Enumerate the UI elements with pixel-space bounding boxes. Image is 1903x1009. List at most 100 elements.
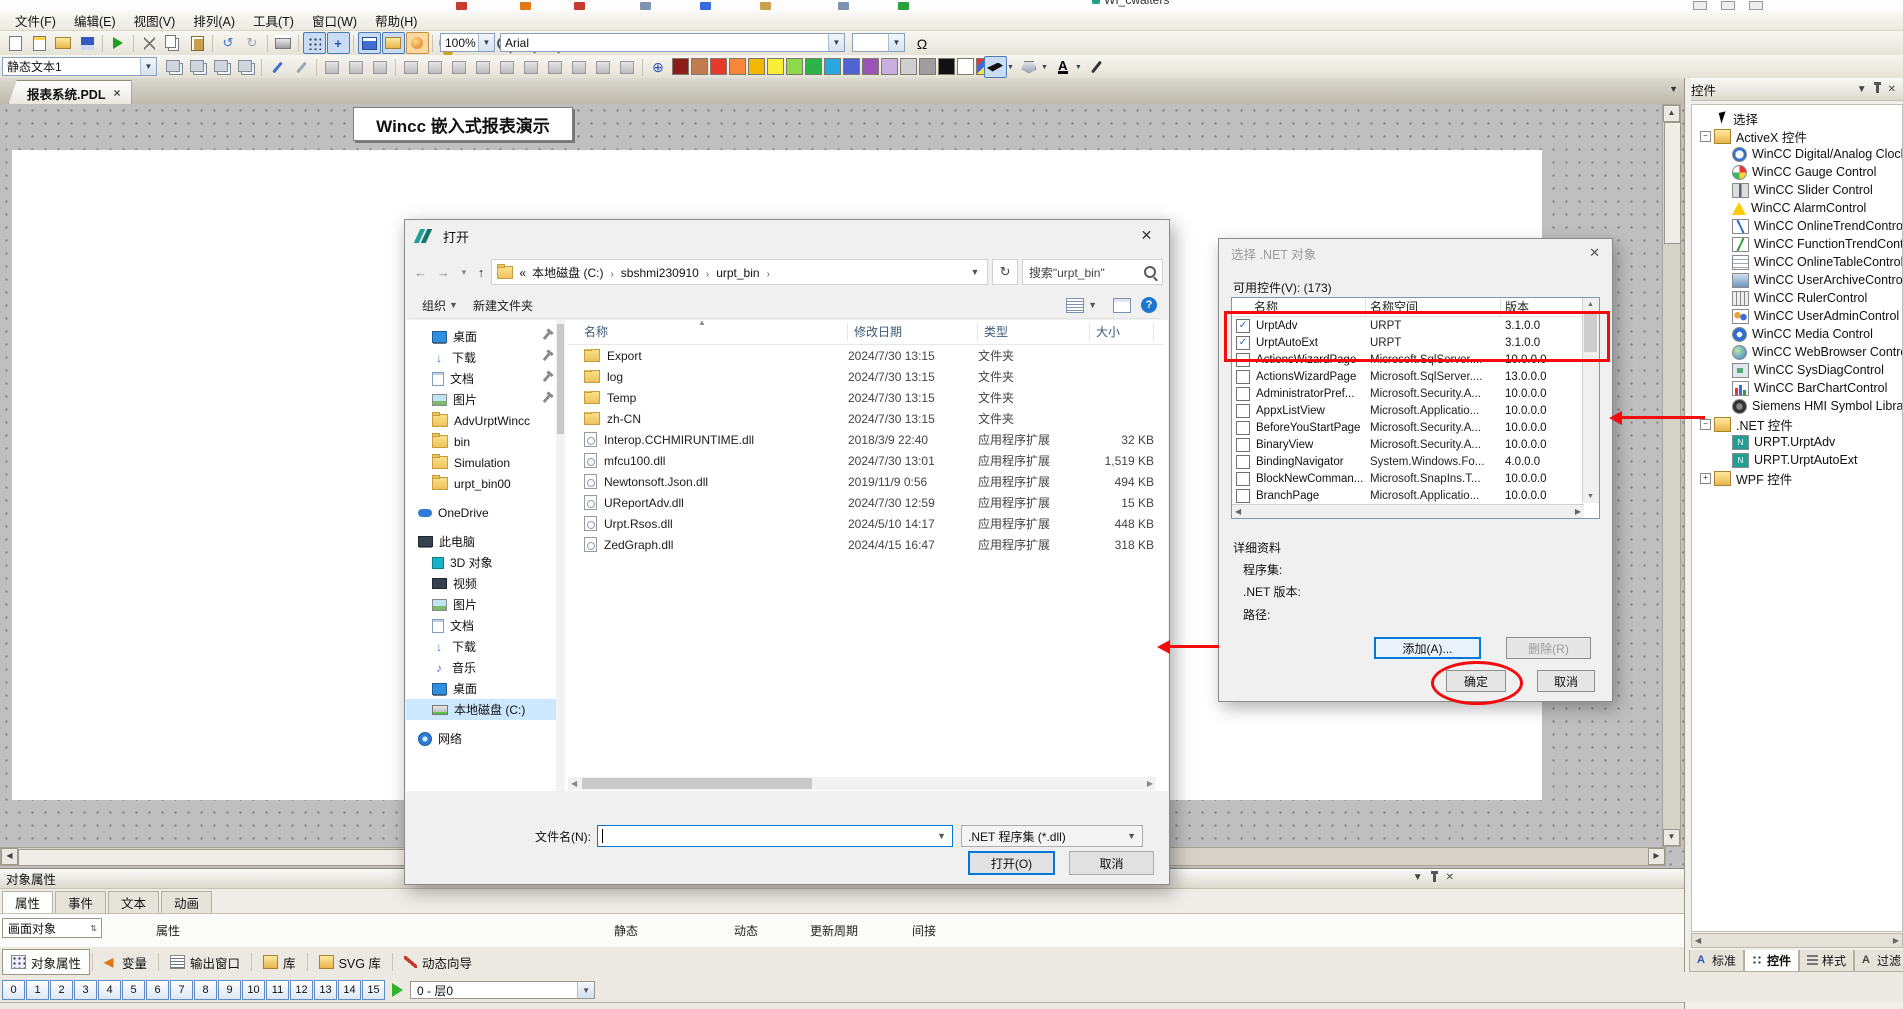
send-backward-icon[interactable] (235, 56, 258, 78)
menu-item-4[interactable]: 工具(T) (244, 9, 303, 32)
checkbox-icon[interactable] (1236, 472, 1250, 486)
align-top-icon[interactable] (448, 56, 471, 78)
chevron-down-icon[interactable]: ▼ (937, 831, 952, 841)
nav-item-10[interactable]: 3D 对象 (406, 552, 556, 573)
tree-item-wincc-sysdiagcontrol[interactable]: WinCC SysDiagControl (1732, 361, 1902, 379)
close-icon[interactable]: ✕ (1888, 84, 1896, 95)
breadcrumb[interactable]: «本地磁盘 (C:)›sbshmi230910›urpt_bin› ▼ (491, 259, 988, 285)
menu-item-5[interactable]: 窗口(W) (303, 9, 366, 32)
nav-item-13[interactable]: 文档 (406, 615, 556, 636)
file-row[interactable]: ZedGraph.dll2024/4/15 16:47应用程序扩展318 KB (568, 534, 1164, 555)
dialog-title-bar[interactable]: 选择 .NET 对象 (1219, 239, 1612, 267)
nav-item-9[interactable]: 此电脑 (406, 531, 556, 552)
switcher-1[interactable]: ◀变量 (95, 949, 156, 975)
layer-button-1[interactable]: 1 (26, 980, 49, 1000)
file-row[interactable]: Export2024/7/30 13:15文件夹 (568, 345, 1164, 366)
chevron-down-icon[interactable]: ▼ (1007, 64, 1014, 71)
layer-button-2[interactable]: 2 (50, 980, 73, 1000)
file-type-combo[interactable]: .NET 程序集 (*.dll) ▼ (961, 825, 1143, 847)
cut-icon[interactable] (138, 32, 161, 54)
tree-item-wincc-barchartcontrol[interactable]: WinCC BarChartControl (1732, 379, 1902, 397)
scroll-left-icon[interactable]: ◀ (1695, 936, 1701, 945)
layer-button-10[interactable]: 10 (242, 980, 265, 1000)
scroll-down-icon[interactable]: ▼ (1663, 829, 1680, 846)
layer-button-11[interactable]: 11 (266, 980, 289, 1000)
layer-button-12[interactable]: 12 (290, 980, 313, 1000)
close-icon[interactable]: ✕ (1124, 220, 1169, 250)
layer-button-15[interactable]: 15 (362, 980, 385, 1000)
tree-item-wincc-digital-analog-clock[interactable]: WinCC Digital/Analog Clock (1732, 145, 1902, 163)
net-control-row[interactable]: BlockNewComman...Microsoft.SnapIns.T...1… (1232, 470, 1599, 487)
new-file-icon[interactable] (4, 32, 27, 54)
net-control-row[interactable]: BindingNavigatorSystem.Windows.Fo...4.0.… (1232, 453, 1599, 470)
library-icon[interactable] (358, 32, 381, 54)
nav-item-8[interactable]: OneDrive (406, 502, 556, 523)
file-row[interactable]: Interop.CCHMIRUNTIME.dll2018/3/9 22:40应用… (568, 429, 1164, 450)
color-swatch-f2b705[interactable] (748, 58, 765, 75)
add-button[interactable]: 添加(A)... (1374, 637, 1481, 659)
file-row[interactable]: Urpt.Rsos.dll2024/5/10 14:17应用程序扩展448 KB (568, 513, 1164, 534)
tree-item--[interactable]: 选择 (1718, 109, 1902, 127)
chevron-down-icon[interactable]: ▼ (962, 267, 987, 277)
checkbox-icon[interactable] (1236, 455, 1250, 469)
layer-button-4[interactable]: 4 (98, 980, 121, 1000)
color-swatch-111111[interactable] (938, 58, 955, 75)
tree-item-wincc-gauge-control[interactable]: WinCC Gauge Control (1732, 163, 1902, 181)
restore-icon[interactable] (1721, 1, 1735, 10)
scroll-right-icon[interactable]: ▶ (1648, 848, 1665, 865)
color-swatch-9a55b5[interactable] (862, 58, 879, 75)
nav-item-4[interactable]: AdvUrptWincc (406, 410, 556, 431)
chevron-down-icon[interactable]: ▼ (1127, 831, 1142, 841)
canvas-vertical-scrollbar[interactable]: ▲ ▼ (1662, 104, 1681, 847)
file-row[interactable]: Temp2024/7/30 13:15文件夹 (568, 387, 1164, 408)
color-swatch-2eb34a[interactable] (805, 58, 822, 75)
styles-icon[interactable] (406, 32, 429, 54)
tree-item-wpf-[interactable]: WPF 控件 (1714, 469, 1902, 487)
tab-scroll-button[interactable]: ▼ (1669, 84, 1678, 94)
same-width-icon[interactable] (592, 56, 615, 78)
layer-button-7[interactable]: 7 (170, 980, 193, 1000)
chevron-down-icon[interactable]: ⇅ (90, 924, 101, 933)
font-family-combo[interactable]: Arial▼ (500, 33, 845, 52)
checkbox-icon[interactable] (1236, 438, 1250, 452)
column-header-3[interactable]: 大小 (1090, 323, 1154, 341)
breadcrumb-item-0[interactable]: 本地磁盘 (C:) (532, 266, 603, 280)
chevron-down-icon[interactable]: ▼ (140, 58, 156, 75)
layer-button-0[interactable]: 0 (2, 980, 25, 1000)
file-list-horizontal-scrollbar[interactable]: ◀ ▶ (568, 777, 1156, 790)
menu-item-1[interactable]: 编辑(E) (65, 9, 125, 32)
object-selector-combo[interactable]: 静态文本1▼ (2, 57, 157, 76)
switcher-0[interactable]: 对象属性 (2, 949, 90, 975)
switcher-3[interactable]: 库 (254, 949, 305, 975)
scrollbar-thumb[interactable] (582, 778, 812, 789)
open-button[interactable]: 打开(O) (968, 851, 1055, 875)
scroll-up-icon[interactable]: ▲ (1587, 301, 1594, 308)
scroll-down-icon[interactable]: ▼ (1587, 493, 1594, 500)
nav-item-18[interactable]: 网络 (406, 728, 556, 749)
nav-item-16[interactable]: 桌面 (406, 678, 556, 699)
color-swatch-c17d4f[interactable] (691, 58, 708, 75)
center-h-icon[interactable] (496, 56, 519, 78)
tree-item-wincc-onlinetablecontrol[interactable]: WinCC OnlineTableControl (1732, 253, 1902, 271)
special-character-button[interactable]: Ω (911, 33, 934, 55)
nav-item-6[interactable]: Simulation (406, 452, 556, 473)
scrollbar-thumb[interactable] (557, 324, 564, 434)
palette-tab-2[interactable]: 样式 (1799, 950, 1854, 972)
nav-item-11[interactable]: 视频 (406, 573, 556, 594)
checkbox-icon[interactable] (1236, 489, 1250, 503)
net-control-row[interactable]: ActionsWizardPageMicrosoft.SqlServer....… (1232, 368, 1599, 385)
checkbox-icon[interactable] (1236, 404, 1250, 418)
checkbox-icon[interactable] (1236, 370, 1250, 384)
cancel-button[interactable]: 取消 (1537, 670, 1595, 692)
same-height-icon[interactable] (616, 56, 639, 78)
scroll-left-icon[interactable]: ◀ (1235, 507, 1241, 516)
print-icon[interactable] (272, 32, 295, 54)
close-icon[interactable]: ✕ (1589, 245, 1600, 261)
color-swatch-4f63d2[interactable] (843, 58, 860, 75)
list-horizontal-scrollbar[interactable]: ◀ ▶ (1232, 504, 1584, 518)
file-row[interactable]: Newtonsoft.Json.dll2019/11/9 0:56应用程序扩展4… (568, 471, 1164, 492)
breadcrumb-item-1[interactable]: sbshmi230910 (621, 266, 699, 280)
layer-button-14[interactable]: 14 (338, 980, 361, 1000)
nav-scrollbar[interactable] (556, 320, 565, 791)
nav-item-1[interactable]: ↓下载 (406, 347, 556, 368)
